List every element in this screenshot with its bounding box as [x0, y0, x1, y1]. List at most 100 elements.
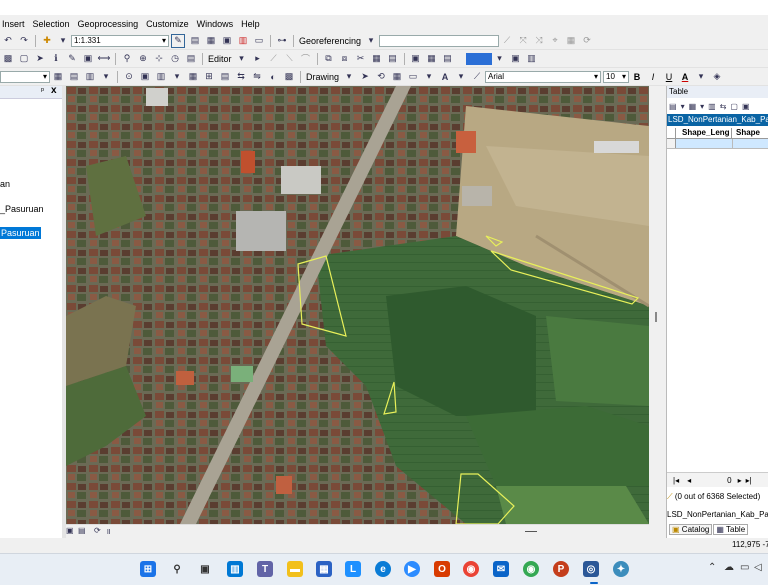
map-vertical-scrollbar[interactable]: [649, 86, 666, 538]
create-viewer-icon[interactable]: ▤: [185, 53, 197, 65]
viewer-icon[interactable]: ▤: [219, 71, 231, 83]
sketch-properties-icon[interactable]: ▤: [387, 53, 399, 65]
go-to-xy-icon[interactable]: ⊹: [153, 53, 165, 65]
catalog-tab[interactable]: ▣ Catalog: [669, 523, 713, 535]
clear-selection-icon[interactable]: ▢: [730, 102, 738, 111]
toc-layer-item-selected[interactable]: Pasuruan: [0, 227, 41, 239]
attributes-icon[interactable]: ▦: [371, 53, 383, 65]
chevron-down-icon[interactable]: ▾: [343, 71, 355, 83]
table-of-contents-icon[interactable]: ▤: [189, 35, 201, 47]
menu-windows[interactable]: Windows: [195, 19, 240, 29]
italic-button[interactable]: I: [647, 71, 659, 83]
chevron-down-icon[interactable]: ▾: [236, 53, 248, 65]
chevron-down-icon[interactable]: ▾: [681, 102, 685, 111]
chrome-icon[interactable]: ◉: [463, 561, 479, 577]
related-tables-icon[interactable]: ▦: [689, 102, 697, 111]
map-scale-combo[interactable]: 1:1.331 ▾: [71, 34, 169, 47]
georef-tools-icon[interactable]: ⟋: [501, 35, 513, 47]
horizontal-scroll-thumb[interactable]: [525, 531, 537, 532]
l-app-icon[interactable]: L: [345, 561, 361, 577]
arctoolbox-icon[interactable]: ▥: [237, 35, 249, 47]
zoom-page-icon[interactable]: ▦: [391, 71, 403, 83]
sketch-icon[interactable]: ⌒: [300, 53, 312, 65]
menu-help[interactable]: Help: [239, 19, 266, 29]
measure-icon[interactable]: ⟷: [98, 53, 111, 65]
georef-layer-combo[interactable]: [379, 34, 500, 47]
editor-menu[interactable]: Editor: [206, 54, 234, 64]
model-builder-icon[interactable]: ⊶: [276, 35, 288, 47]
pencil-icon[interactable]: ✎: [66, 53, 78, 65]
file-explorer-icon[interactable]: ▬: [287, 561, 303, 577]
satellite-imagery[interactable]: [66, 86, 649, 524]
drawing-menu[interactable]: Drawing: [304, 72, 341, 82]
data-view-icon[interactable]: ▤: [78, 526, 86, 535]
office-icon[interactable]: O: [434, 561, 450, 577]
chevron-up-icon[interactable]: ⌃: [708, 562, 716, 573]
split-icon[interactable]: ✂: [355, 53, 367, 65]
georeferencing-menu[interactable]: Georeferencing: [297, 36, 363, 46]
add-xy-icon[interactable]: ▣: [139, 71, 151, 83]
table-icon[interactable]: ▦: [52, 71, 64, 83]
identify-icon[interactable]: ℹ: [50, 53, 62, 65]
arcgis-icon[interactable]: ◎: [583, 561, 599, 577]
georef-tools-icon[interactable]: ⌖: [549, 35, 561, 47]
network-icon[interactable]: ▭: [740, 562, 749, 573]
clear-selection-icon[interactable]: ▢: [18, 53, 30, 65]
table-tab[interactable]: ▦ Table: [713, 523, 749, 535]
html-popup-icon[interactable]: ▣: [82, 53, 94, 65]
select-features-icon[interactable]: ▩: [2, 53, 14, 65]
table-row[interactable]: [667, 139, 768, 149]
font-color-button[interactable]: A: [679, 71, 691, 83]
georef-tools-icon[interactable]: ⤧: [517, 35, 529, 47]
zoom-icon[interactable]: ▶: [404, 561, 420, 577]
refresh-icon[interactable]: ⟳: [94, 526, 101, 535]
chevron-down-icon[interactable]: ▾: [57, 35, 69, 47]
edit-vertices-icon[interactable]: ⟋: [471, 71, 483, 83]
mail-icon[interactable]: ✉: [493, 561, 509, 577]
store-icon[interactable]: ▦: [316, 561, 332, 577]
chevron-down-icon[interactable]: ▾: [100, 71, 112, 83]
layer-combo[interactable]: ▾: [0, 70, 50, 83]
toc-layer-item[interactable]: an: [0, 179, 10, 189]
chevron-down-icon[interactable]: ▾: [700, 102, 704, 111]
task-view-icon[interactable]: ▣: [197, 561, 213, 577]
search-icon[interactable]: ⚲: [169, 561, 185, 577]
chevron-down-icon[interactable]: ▾: [455, 71, 467, 83]
toc-layer-item[interactable]: _Pasuruan: [0, 204, 44, 214]
layout-view-icon[interactable]: ▥: [526, 53, 538, 65]
geocode-icon[interactable]: ▥: [155, 71, 167, 83]
layout-tools-icon[interactable]: ▤: [442, 53, 454, 65]
georef-table-icon[interactable]: ▦: [565, 35, 577, 47]
next-record-icon[interactable]: ▸: [738, 476, 742, 485]
close-icon[interactable]: x: [51, 85, 57, 96]
report-icon[interactable]: ▥: [84, 71, 96, 83]
menu-insert[interactable]: Insert: [0, 19, 31, 29]
transparency-icon[interactable]: ▩: [283, 71, 295, 83]
reshape-icon[interactable]: ⧈: [339, 53, 351, 65]
menu-geoprocessing[interactable]: Geoprocessing: [76, 19, 145, 29]
chevron-down-icon[interactable]: ▾: [365, 35, 377, 47]
topology-icon[interactable]: ⧉: [323, 53, 335, 65]
windows-start-icon[interactable]: ⊞: [140, 561, 156, 577]
widgets-icon[interactable]: ▥: [227, 561, 243, 577]
select-elements-icon[interactable]: ➤: [359, 71, 371, 83]
chevron-down-icon[interactable]: ▾: [423, 71, 435, 83]
table-layer-tab[interactable]: LSD_NonPertanian_Kab_Pas: [667, 114, 768, 126]
scroll-thumb[interactable]: [655, 312, 657, 322]
search-window-icon[interactable]: ▣: [221, 35, 233, 47]
catalog-icon[interactable]: ▦: [205, 35, 217, 47]
delete-selected-icon[interactable]: ▣: [742, 102, 750, 111]
teams-icon[interactable]: T: [257, 561, 273, 577]
python-window-icon[interactable]: ▭: [253, 35, 265, 47]
redo-icon[interactable]: ↷: [18, 35, 30, 47]
graph-icon[interactable]: ▤: [68, 71, 80, 83]
arcmap-globe-icon[interactable]: ✦: [613, 561, 629, 577]
layout-view-icon[interactable]: ▣: [66, 526, 74, 535]
georef-tools-icon[interactable]: ⤨: [533, 35, 545, 47]
georef-options-icon[interactable]: ⟳: [581, 35, 593, 47]
fill-color-swatch[interactable]: [465, 52, 492, 65]
flicker-icon[interactable]: ⇋: [251, 71, 263, 83]
edit-annotation-icon[interactable]: ⟋: [268, 53, 280, 65]
select-elements-icon[interactable]: ➤: [34, 53, 46, 65]
bold-button[interactable]: B: [631, 71, 643, 83]
